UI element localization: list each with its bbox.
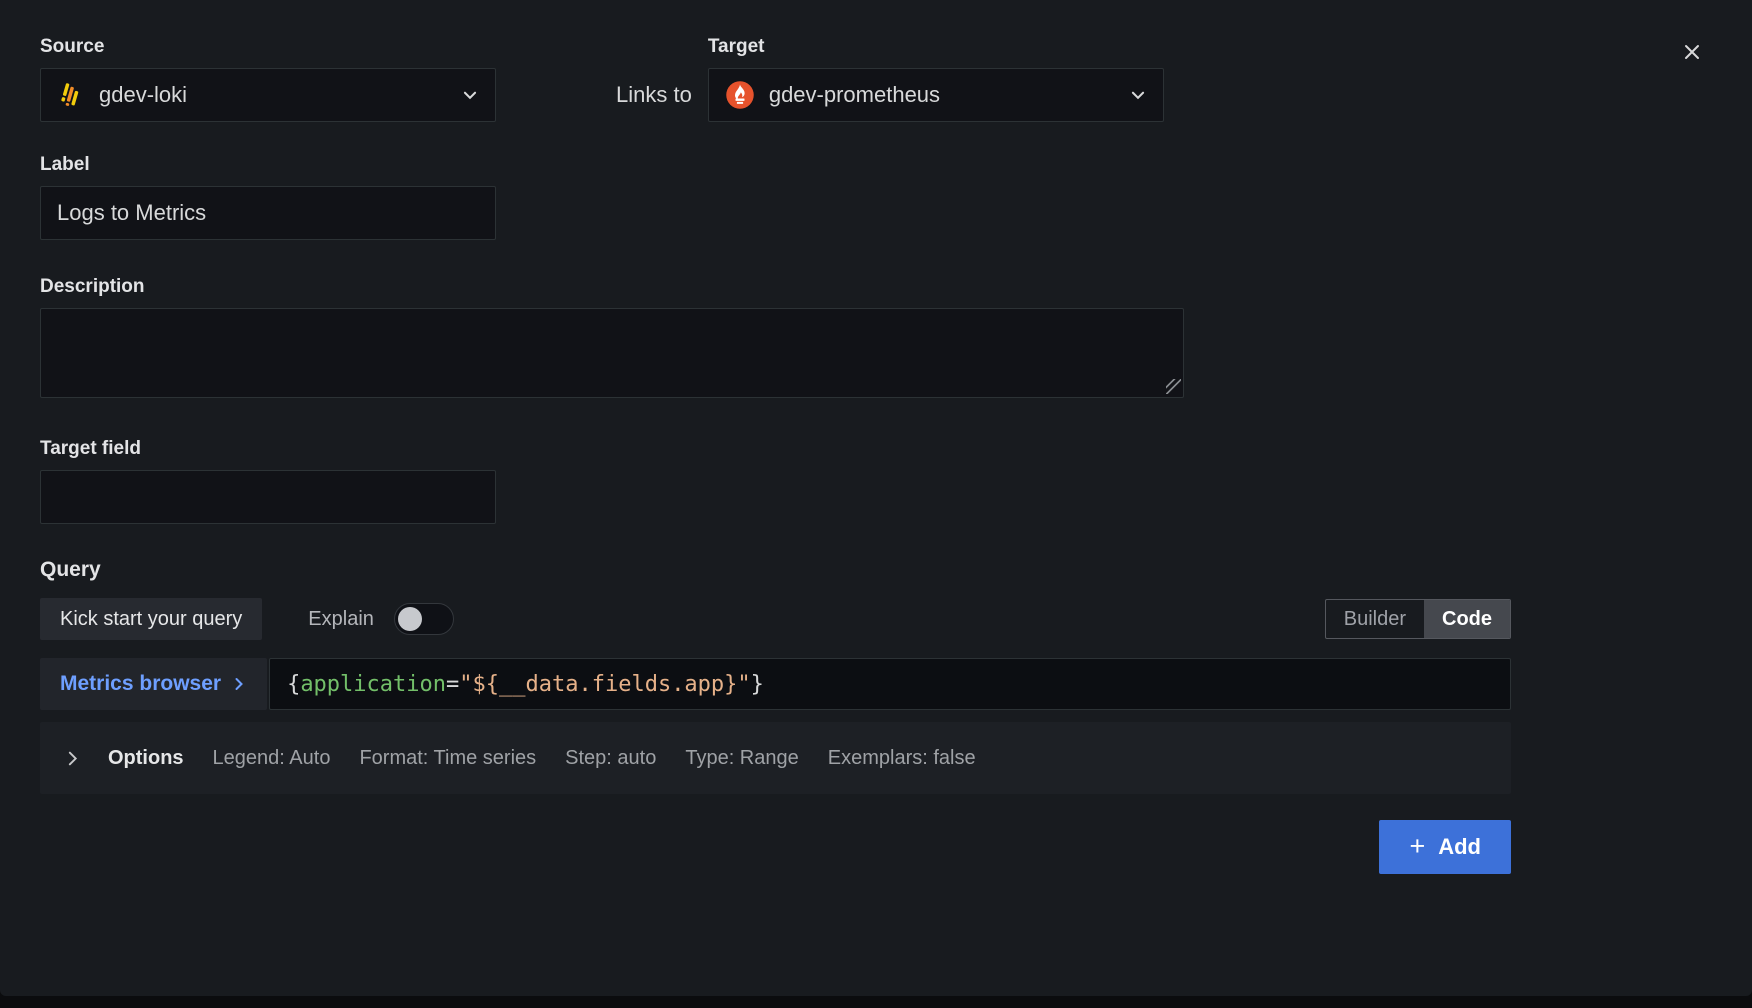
query-option-item: Step: auto	[565, 747, 656, 770]
correlation-editor-panel: Source gdev-loki	[0, 0, 1752, 996]
loki-icon	[57, 81, 85, 109]
description-label: Description	[40, 276, 1511, 298]
explain-label: Explain	[308, 608, 374, 631]
target-field-input[interactable]	[40, 470, 496, 524]
editor-mode-group: Builder Code	[1325, 599, 1511, 639]
explain-toggle[interactable]	[394, 603, 454, 635]
footer-actions: + Add	[40, 820, 1511, 874]
kick-start-query-button[interactable]: Kick start your query	[40, 598, 262, 640]
add-button[interactable]: + Add	[1379, 820, 1511, 874]
expression-token: }	[751, 672, 764, 697]
chevron-down-icon	[461, 86, 479, 104]
metrics-browser-label: Metrics browser	[60, 672, 221, 696]
chevron-right-icon[interactable]	[64, 750, 81, 767]
label-label: Label	[40, 154, 1511, 176]
options-label: Options	[108, 747, 184, 770]
query-options-row[interactable]: Options Legend: Auto Format: Time series S…	[40, 722, 1511, 794]
toggle-knob	[398, 607, 422, 631]
query-option-item: Format: Time series	[359, 747, 536, 770]
target-column: Target gdev-prometheus	[708, 36, 1164, 122]
label-field-group: Label	[40, 154, 1511, 240]
label-input[interactable]	[40, 186, 496, 240]
expression-token: application	[300, 672, 446, 697]
query-editor-row: Metrics browser {application="${__data.f…	[40, 658, 1511, 710]
query-toolbar: Kick start your query Explain Builder Co…	[40, 598, 1511, 640]
target-label: Target	[708, 36, 1164, 58]
mode-option-code[interactable]: Code	[1424, 600, 1510, 638]
target-field-group: Target field	[40, 438, 1511, 524]
target-select[interactable]: gdev-prometheus	[708, 68, 1164, 122]
source-select[interactable]: gdev-loki	[40, 68, 496, 122]
resize-grip[interactable]	[1166, 379, 1181, 394]
metrics-browser-button[interactable]: Metrics browser	[40, 658, 267, 710]
plus-icon: +	[1409, 833, 1425, 860]
close-icon[interactable]	[1676, 36, 1708, 68]
query-expression-input[interactable]: {application="${__data.fields.app}"}	[269, 658, 1511, 710]
query-section-label: Query	[40, 558, 1511, 582]
prometheus-icon	[725, 80, 755, 110]
chevron-right-icon	[231, 676, 247, 692]
target-select-value: gdev-prometheus	[769, 82, 940, 108]
source-target-row: Source gdev-loki	[40, 36, 1511, 122]
source-label: Source	[40, 36, 496, 58]
target-field-label: Target field	[40, 438, 1511, 460]
chevron-down-icon	[1129, 86, 1147, 104]
mode-option-builder[interactable]: Builder	[1326, 600, 1424, 638]
query-option-item: Legend: Auto	[213, 747, 331, 770]
expression-token: =	[446, 672, 459, 697]
expression-token: "${__data.fields.app}"	[459, 672, 750, 697]
description-textarea[interactable]	[40, 308, 1184, 398]
expression-token: {	[287, 672, 300, 697]
add-button-label: Add	[1438, 834, 1481, 860]
query-option-item: Exemplars: false	[828, 747, 976, 770]
options-summary: Legend: Auto Format: Time series Step: aut…	[213, 747, 976, 770]
description-field-group: Description	[40, 276, 1511, 398]
query-option-item: Type: Range	[685, 747, 798, 770]
links-to-label: Links to	[616, 68, 692, 122]
target-group: Links to Target gdev-prometheus	[616, 36, 1164, 122]
query-section: Query Kick start your query Explain Buil…	[40, 558, 1511, 794]
source-column: Source gdev-loki	[40, 36, 496, 122]
source-select-value: gdev-loki	[99, 82, 187, 108]
